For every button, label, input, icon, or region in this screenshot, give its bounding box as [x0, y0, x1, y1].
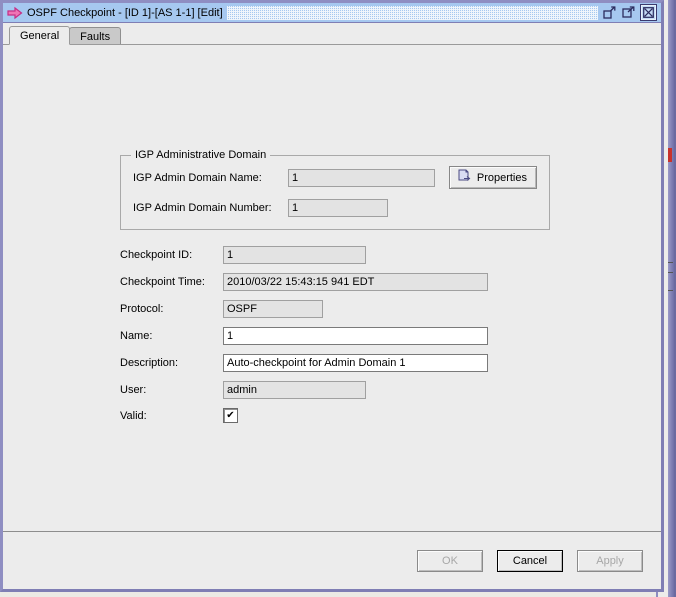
window-controls	[602, 4, 659, 21]
apply-button[interactable]: Apply	[577, 549, 643, 572]
igp-admin-domain-number-label: IGP Admin Domain Number:	[133, 202, 272, 214]
checkpoint-form: IGP Administrative Domain IGP Admin Doma…	[120, 149, 550, 432]
valid-checkbox[interactable]: ✔	[223, 408, 238, 423]
window-title: OSPF Checkpoint - [ID 1]-[AS 1-1] [Edit]	[27, 6, 223, 19]
checkpoint-id-label: Checkpoint ID:	[120, 249, 193, 261]
protocol-label: Protocol:	[120, 303, 164, 315]
user-label: User:	[120, 384, 147, 396]
properties-button-label: Properties	[476, 171, 527, 184]
dialog-button-bar: OK Cancel Apply	[3, 531, 661, 589]
field-row-valid: Valid: ✔	[120, 408, 550, 423]
cancel-button[interactable]: Cancel	[497, 549, 563, 572]
description-label: Description:	[120, 357, 179, 369]
igp-administrative-domain-group: IGP Administrative Domain IGP Admin Doma…	[120, 149, 550, 230]
igp-admin-domain-number-input[interactable]: 1	[288, 199, 388, 217]
properties-button[interactable]: Properties	[448, 166, 537, 189]
igp-admin-domain-name-label: IGP Admin Domain Name:	[133, 171, 262, 184]
tab-general[interactable]: General	[9, 26, 71, 45]
group-title: IGP Administrative Domain	[131, 149, 271, 161]
ok-button[interactable]: OK	[417, 549, 483, 572]
maximize-icon[interactable]	[621, 5, 636, 20]
field-row-checkpoint-time: Checkpoint Time: 2010/03/22 15:43:15 941…	[120, 273, 550, 291]
tab-faults[interactable]: Faults	[69, 27, 122, 45]
pink-arrow-icon	[7, 6, 23, 20]
tab-strip: General Faults	[3, 23, 661, 45]
name-input[interactable]: 1	[223, 327, 488, 345]
field-row-protocol: Protocol: OSPF	[120, 300, 550, 318]
background-window-edge	[668, 0, 674, 597]
background-window-marker	[668, 148, 672, 162]
protocol-input[interactable]: OSPF	[223, 300, 323, 318]
valid-label: Valid:	[120, 409, 147, 422]
tab-content-general: IGP Administrative Domain IGP Admin Doma…	[3, 44, 661, 531]
checkpoint-time-label: Checkpoint Time:	[120, 276, 205, 288]
checkpoint-id-input[interactable]: 1	[223, 246, 366, 264]
field-row-name: Name: 1	[120, 327, 550, 345]
minimize-icon[interactable]	[602, 5, 617, 20]
description-input[interactable]: Auto-checkpoint for Admin Domain 1	[223, 354, 488, 372]
background-window-tick	[668, 290, 673, 291]
igp-admin-domain-name-input[interactable]: 1	[288, 168, 435, 187]
field-row-description: Description: Auto-checkpoint for Admin D…	[120, 354, 550, 372]
checkmark-icon: ✔	[226, 409, 235, 421]
title-bar-texture	[226, 5, 598, 20]
field-row-checkpoint-id: Checkpoint ID: 1	[120, 246, 550, 264]
background-window-tick	[668, 272, 673, 273]
user-input[interactable]: admin	[223, 381, 366, 399]
field-row-user: User: admin	[120, 381, 550, 399]
checkpoint-time-input[interactable]: 2010/03/22 15:43:15 941 EDT	[223, 273, 488, 291]
field-row-igp-admin-domain-name: IGP Admin Domain Name: 1 Properties	[133, 166, 537, 189]
title-bar[interactable]: OSPF Checkpoint - [ID 1]-[AS 1-1] [Edit]	[3, 3, 661, 23]
close-icon[interactable]	[640, 4, 657, 21]
document-properties-icon	[457, 169, 471, 186]
ospf-checkpoint-dialog: OSPF Checkpoint - [ID 1]-[AS 1-1] [Edit]	[0, 0, 664, 592]
field-row-igp-admin-domain-number: IGP Admin Domain Number: 1	[133, 199, 537, 217]
name-label: Name:	[120, 330, 153, 342]
background-window-tick	[668, 262, 673, 263]
